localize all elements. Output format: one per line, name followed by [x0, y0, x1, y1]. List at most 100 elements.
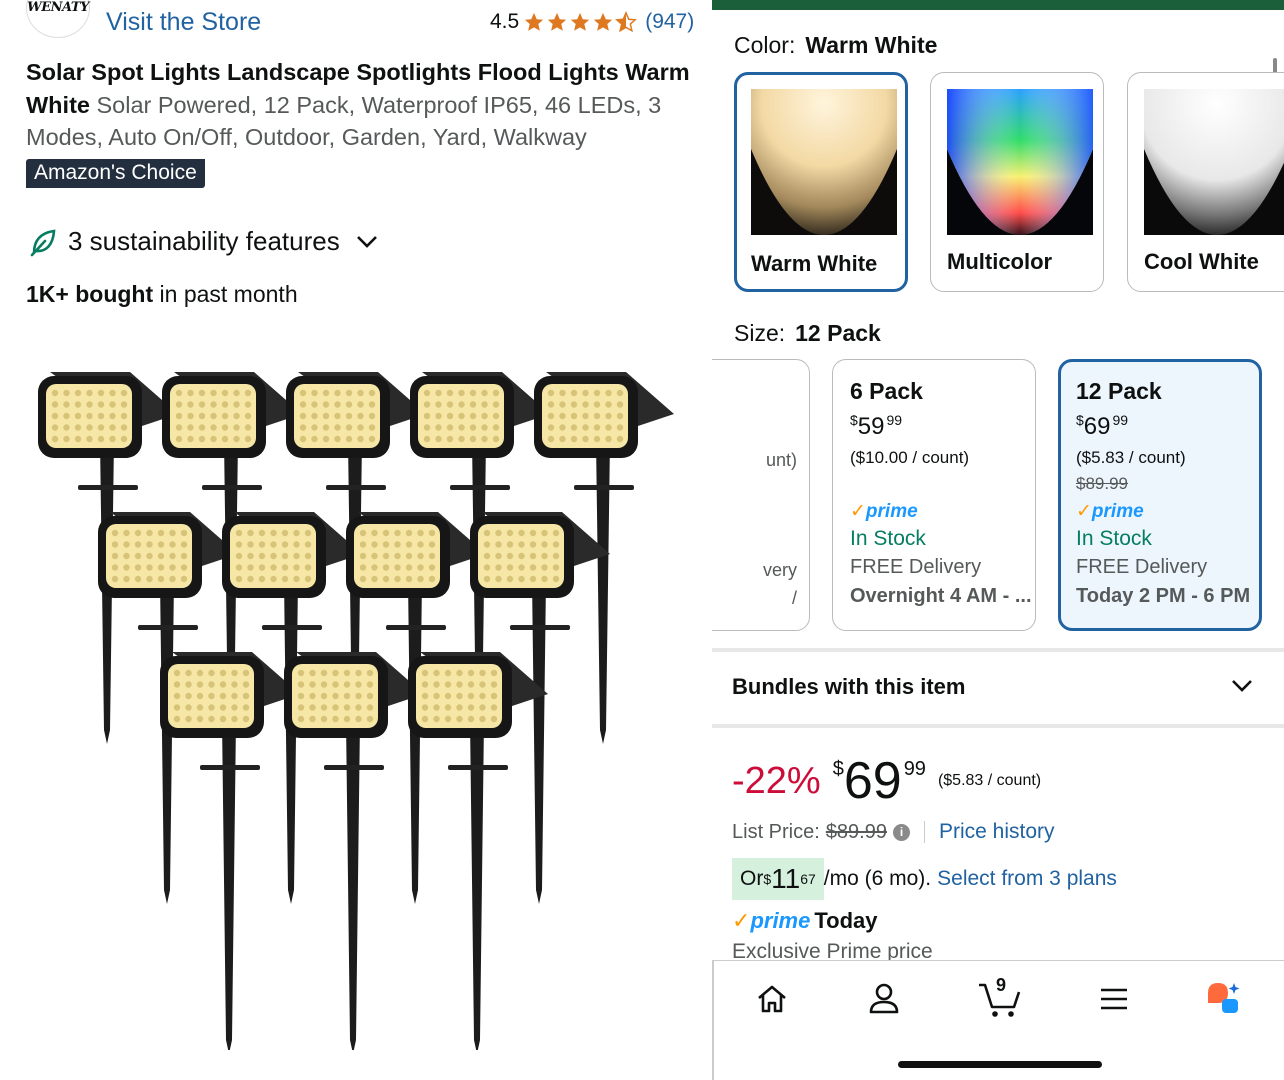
- multicolor-thumbnail: [947, 89, 1093, 235]
- installment-row: Or $11 67 /mo (6 mo). Select from 3 plans: [732, 858, 1117, 900]
- prime-word: prime: [750, 908, 811, 933]
- select-plans-link[interactable]: Select from 3 plans: [937, 867, 1117, 891]
- color-option-label: Cool White: [1144, 249, 1259, 274]
- star-icon: [548, 12, 567, 31]
- visit-store-link[interactable]: Visit the Store: [106, 8, 261, 37]
- product-image[interactable]: [28, 360, 678, 1050]
- list-price-value: $89.99: [825, 820, 887, 843]
- discount-percent: -22%: [732, 760, 821, 802]
- delivery-window: Overnight 4 AM - ...: [850, 585, 1032, 607]
- spotlight: [408, 652, 548, 1050]
- right-pane: Color: Warm White Warm White Multicolor C…: [712, 0, 1284, 1080]
- product-title: Solar Spot Lights Landscape Spotlights F…: [26, 56, 696, 154]
- installment-currency: $: [763, 871, 772, 887]
- brand-logo[interactable]: WENATY: [26, 0, 90, 38]
- sustainability-features-toggle[interactable]: 3 sustainability features: [28, 226, 378, 257]
- price-fraction: 99: [903, 758, 926, 780]
- size-name: 6 Pack: [850, 378, 923, 404]
- bought-in-past-month: 1K+ bought in past month: [26, 281, 298, 308]
- list-price-row: List Price: $89.99 i Price history: [732, 820, 1055, 844]
- stock-status: In Stock: [1076, 527, 1152, 550]
- bundles-heading[interactable]: Bundles with this item: [732, 674, 965, 700]
- bottom-navigation: 9: [712, 960, 1284, 1080]
- account-icon[interactable]: [864, 979, 904, 1019]
- prime-check-icon: ✓: [732, 908, 751, 933]
- spotlight: [160, 652, 300, 1050]
- cool-white-thumbnail: [1144, 89, 1284, 235]
- size-selected-value: 12 Pack: [795, 320, 881, 346]
- price-unit: ($5.83 / count): [937, 772, 1042, 789]
- prime-badge: ✓prime: [1076, 500, 1259, 527]
- partial-extra-tail: /: [791, 588, 797, 608]
- menu-icon[interactable]: [1094, 979, 1134, 1019]
- size-price-fraction: 99: [1112, 412, 1129, 428]
- prime-badge: ✓prime: [850, 500, 1035, 527]
- star-icon: [594, 12, 613, 31]
- size-list-price: [850, 474, 1035, 500]
- stock-status: In Stock: [850, 527, 926, 550]
- color-option-warm-white[interactable]: Warm White: [734, 72, 908, 292]
- prime-word: prime: [865, 501, 918, 522]
- color-selected-value: Warm White: [805, 32, 938, 58]
- brand-logo-text: WENATY: [27, 0, 89, 15]
- rufus-icon[interactable]: [1204, 979, 1244, 1019]
- rating-count-link[interactable]: (947): [645, 10, 694, 34]
- price-history-link[interactable]: Price history: [939, 820, 1055, 844]
- prime-check-icon: ✓: [850, 501, 866, 522]
- size-selector-label: Size: 12 Pack: [734, 320, 881, 347]
- size-option-partial[interactable]: unt) very /: [712, 359, 810, 631]
- color-option-label: Warm White: [751, 251, 878, 276]
- partial-delivery-tail: very: [762, 560, 797, 580]
- installment-pill: Or $11 67: [732, 858, 824, 900]
- chevron-down-icon: [356, 235, 377, 248]
- prime-today-badge: ✓ prime Today: [732, 908, 878, 934]
- color-label-text: Color:: [734, 32, 796, 58]
- size-option-6-pack[interactable]: 6 Pack $59 99 ($10.00 / count) ✓prime In …: [832, 359, 1036, 631]
- size-unit-price: ($5.83 / count): [1076, 448, 1186, 467]
- installment-or: Or: [740, 867, 764, 890]
- amazons-choice-badge[interactable]: Amazon's Choice: [26, 159, 205, 188]
- size-unit-price: ($10.00 / count): [850, 448, 970, 467]
- home-indicator: [898, 1061, 1102, 1068]
- size-option-12-pack[interactable]: 12 Pack $69 99 ($5.83 / count) $89.99 ✓pr…: [1058, 359, 1262, 631]
- leaf-icon: [30, 228, 56, 256]
- star-rating: [523, 11, 638, 33]
- prime-check-icon: ✓: [1076, 501, 1092, 522]
- price-currency: $: [832, 758, 844, 780]
- installment-fraction: 67: [800, 871, 816, 887]
- size-label-text: Size:: [734, 320, 786, 346]
- size-price: $59 99: [850, 412, 1035, 448]
- spotlight: [284, 652, 424, 1050]
- price-whole: 69: [843, 752, 902, 810]
- color-option-cool-white[interactable]: Cool White: [1127, 72, 1284, 292]
- partial-unit-tail: unt): [765, 450, 797, 470]
- size-name: 12 Pack: [1076, 378, 1162, 404]
- installment-whole: 11: [771, 863, 801, 894]
- size-price-whole: 59: [857, 413, 885, 440]
- cart-button[interactable]: 9: [976, 975, 1024, 1023]
- color-option-label: Multicolor: [947, 249, 1053, 274]
- section-divider: [712, 648, 1284, 652]
- chevron-down-icon[interactable]: [1230, 678, 1254, 694]
- installment-tail: /mo (6 mo).: [823, 867, 932, 890]
- home-icon[interactable]: [752, 979, 792, 1019]
- free-delivery: FREE Delivery: [1076, 556, 1208, 578]
- list-price-label: List Price:: [732, 820, 820, 843]
- free-delivery: FREE Delivery: [850, 556, 982, 578]
- size-price: $69 99: [1076, 412, 1259, 448]
- price-block: -22% $ 69 99 ($5.83 / count): [732, 752, 1041, 810]
- info-icon[interactable]: i: [892, 823, 910, 841]
- color-option-multicolor[interactable]: Multicolor: [930, 72, 1104, 292]
- section-divider: [712, 724, 1284, 728]
- bought-rest: in past month: [153, 281, 298, 307]
- size-price-whole: 69: [1083, 413, 1111, 440]
- size-list-price: $89.99: [1076, 474, 1128, 493]
- cart-count: 9: [996, 975, 1007, 995]
- rating-summary[interactable]: 4.5 (947): [490, 10, 694, 34]
- half-star-icon: [615, 11, 638, 33]
- separator: [923, 821, 925, 843]
- size-price-fraction: 99: [886, 412, 903, 428]
- star-icon: [525, 12, 544, 31]
- bought-count: 1K+ bought: [26, 281, 154, 307]
- left-pane: WENATY Visit the Store 4.5 (947) Solar S…: [0, 0, 700, 1080]
